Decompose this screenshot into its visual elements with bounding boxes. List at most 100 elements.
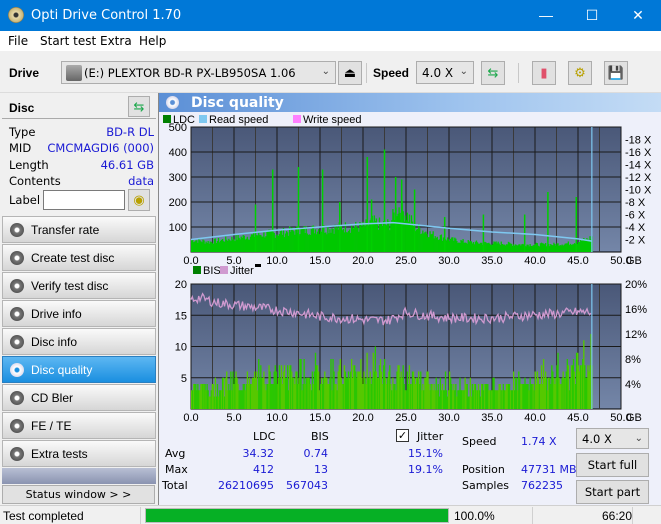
row-max-label: Max: [165, 463, 188, 476]
menu-bar: File Start test Extra Help: [0, 31, 661, 51]
status-window-button[interactable]: Status window > >: [2, 485, 155, 504]
y-right-tick-label: 12%: [625, 329, 647, 341]
label-input[interactable]: [43, 190, 125, 210]
legend-bis-swatch: [193, 266, 201, 274]
total-bis: 567043: [286, 479, 328, 492]
label-disc-button[interactable]: ◉: [128, 189, 150, 211]
menu-help[interactable]: Help: [139, 34, 166, 48]
status-separator: [532, 507, 533, 524]
erase-button[interactable]: ▮: [532, 61, 556, 85]
refresh-icon: ⇆: [487, 65, 499, 80]
speed-select[interactable]: 4.0 X ⌄: [416, 61, 474, 84]
disc-title: Disc: [9, 101, 35, 115]
disc-icon: ◉: [133, 192, 145, 207]
x-tick-label: 15.0: [309, 255, 330, 267]
row-total-label: Total: [162, 479, 188, 492]
x-tick-label: 10.0: [266, 255, 287, 267]
y-right-tick-label: 16%: [625, 304, 647, 316]
nav-transfer-rate[interactable]: Transfer rate: [2, 216, 156, 243]
toolbar: Drive (E:) PLEXTOR BD-R PX-LB950SA 1.06 …: [0, 51, 661, 93]
nav-cd-bler[interactable]: CD Bler: [2, 384, 156, 411]
menu-file[interactable]: File: [8, 34, 28, 48]
drive-value: (E:) PLEXTOR BD-R PX-LB950SA 1.06: [84, 66, 296, 80]
refresh-button[interactable]: ⇆: [481, 61, 505, 85]
y-right-tick-label: -2 X: [625, 235, 646, 247]
close-button[interactable]: ✕: [615, 0, 661, 31]
nav-label: Drive info: [31, 307, 82, 321]
col-bis: BIS: [311, 430, 329, 443]
disc-info-icon: [10, 335, 24, 349]
progress-fill: [146, 509, 448, 522]
disc-refresh-button[interactable]: ⇆: [128, 96, 150, 117]
drive-label: Drive: [9, 66, 40, 80]
maximize-button[interactable]: ☐: [569, 0, 615, 31]
progress-bar: [145, 508, 449, 523]
eject-button[interactable]: ⏏: [338, 61, 362, 85]
fe-te-icon: [10, 419, 24, 433]
test-speed-value: 4.0 X: [582, 432, 612, 446]
x-tick-label: 0.0: [183, 412, 198, 424]
start-part-button[interactable]: Start part: [576, 480, 649, 504]
y-right-tick-label: -12 X: [625, 172, 652, 184]
menu-extra[interactable]: Extra: [100, 34, 132, 48]
nav-label: Transfer rate: [31, 223, 100, 237]
x-tick-label: 40.0: [524, 255, 545, 267]
nav-fe-te[interactable]: FE / TE: [2, 412, 156, 439]
save-icon: 💾: [607, 65, 625, 80]
chevron-down-icon: ⌄: [459, 66, 468, 77]
y-left-tick-label: 20: [175, 279, 187, 291]
stats-area: LDC BIS ✓ Jitter Avg 34.32 0.74 15.1% Ma…: [159, 425, 661, 505]
disc-panel: Disc ⇆ Type BD-R DL MID CMCMAGDI6 (000) …: [2, 95, 156, 211]
speed-value: 4.0 X: [422, 66, 454, 80]
position-value: 47731 MB: [521, 463, 577, 476]
x-tick-label: 45.0: [567, 412, 588, 424]
y-left-tick-label: 500: [169, 122, 187, 134]
cd-bler-icon: [10, 391, 24, 405]
nav-label: Verify test disc: [31, 279, 109, 293]
settings-button[interactable]: ⚙: [568, 61, 592, 85]
disc-row-contents: Contents data: [9, 174, 154, 190]
x-tick-label: 30.0: [438, 255, 459, 267]
jitter-checkbox[interactable]: ✓: [396, 429, 409, 442]
speed-value: 1.74 X: [521, 435, 557, 448]
status-bar: Test completed 100.0% 66:20: [0, 505, 661, 524]
y-right-tick-label: -4 X: [625, 222, 646, 234]
max-ldc: 412: [253, 463, 274, 476]
y-right-tick-label: -8 X: [625, 197, 646, 209]
x-axis-label: GB: [626, 412, 642, 424]
avg-jitter: 15.1%: [408, 447, 443, 460]
legend-jitter-swatch: [220, 266, 228, 274]
disc-key: Contents: [9, 174, 61, 188]
elapsed-time: 66:20: [602, 509, 633, 523]
save-button[interactable]: 💾: [604, 61, 628, 85]
samples-value: 762235: [521, 479, 563, 492]
start-full-button[interactable]: Start full: [576, 453, 649, 477]
minimize-button[interactable]: —: [523, 0, 569, 31]
eraser-icon: ▮: [540, 65, 548, 80]
charts-area: LDC Read speed Write speed 0.0 5.0 10.0 15.…: [163, 114, 652, 424]
nav-extra-tests[interactable]: Extra tests: [2, 440, 156, 467]
test-speed-select[interactable]: 4.0 X ⌄: [576, 428, 649, 449]
nav-label: Disc quality: [31, 363, 93, 377]
nav-disc-quality[interactable]: Disc quality: [2, 356, 156, 383]
extra-tests-icon: [10, 447, 24, 461]
disc-quality-icon: [166, 96, 179, 109]
x-tick-label: 10.0: [266, 412, 287, 424]
nav-verify-test-disc[interactable]: Verify test disc: [2, 272, 156, 299]
nav-label: Disc info: [31, 335, 78, 349]
x-tick-label: 5.0: [226, 412, 241, 424]
chevron-down-icon: ⌄: [321, 66, 330, 77]
speed-label: Speed: [462, 435, 497, 448]
disc-value: BD-R DL: [106, 125, 154, 139]
nav-drive-info[interactable]: Drive info: [2, 300, 156, 327]
max-jitter: 19.1%: [408, 463, 443, 476]
drive-select[interactable]: (E:) PLEXTOR BD-R PX-LB950SA 1.06 ⌄: [61, 61, 336, 84]
transfer-rate-icon: [10, 223, 24, 237]
nav-disc-info[interactable]: Disc info: [2, 328, 156, 355]
nav-create-test-disc[interactable]: Create test disc: [2, 244, 156, 271]
menu-start-test[interactable]: Start test: [40, 34, 96, 48]
y-right-tick-label: -16 X: [625, 147, 652, 159]
x-tick-label: 45.0: [567, 255, 588, 267]
y-left-tick-label: 5: [181, 373, 187, 385]
y-left-tick-label: 400: [169, 147, 187, 159]
